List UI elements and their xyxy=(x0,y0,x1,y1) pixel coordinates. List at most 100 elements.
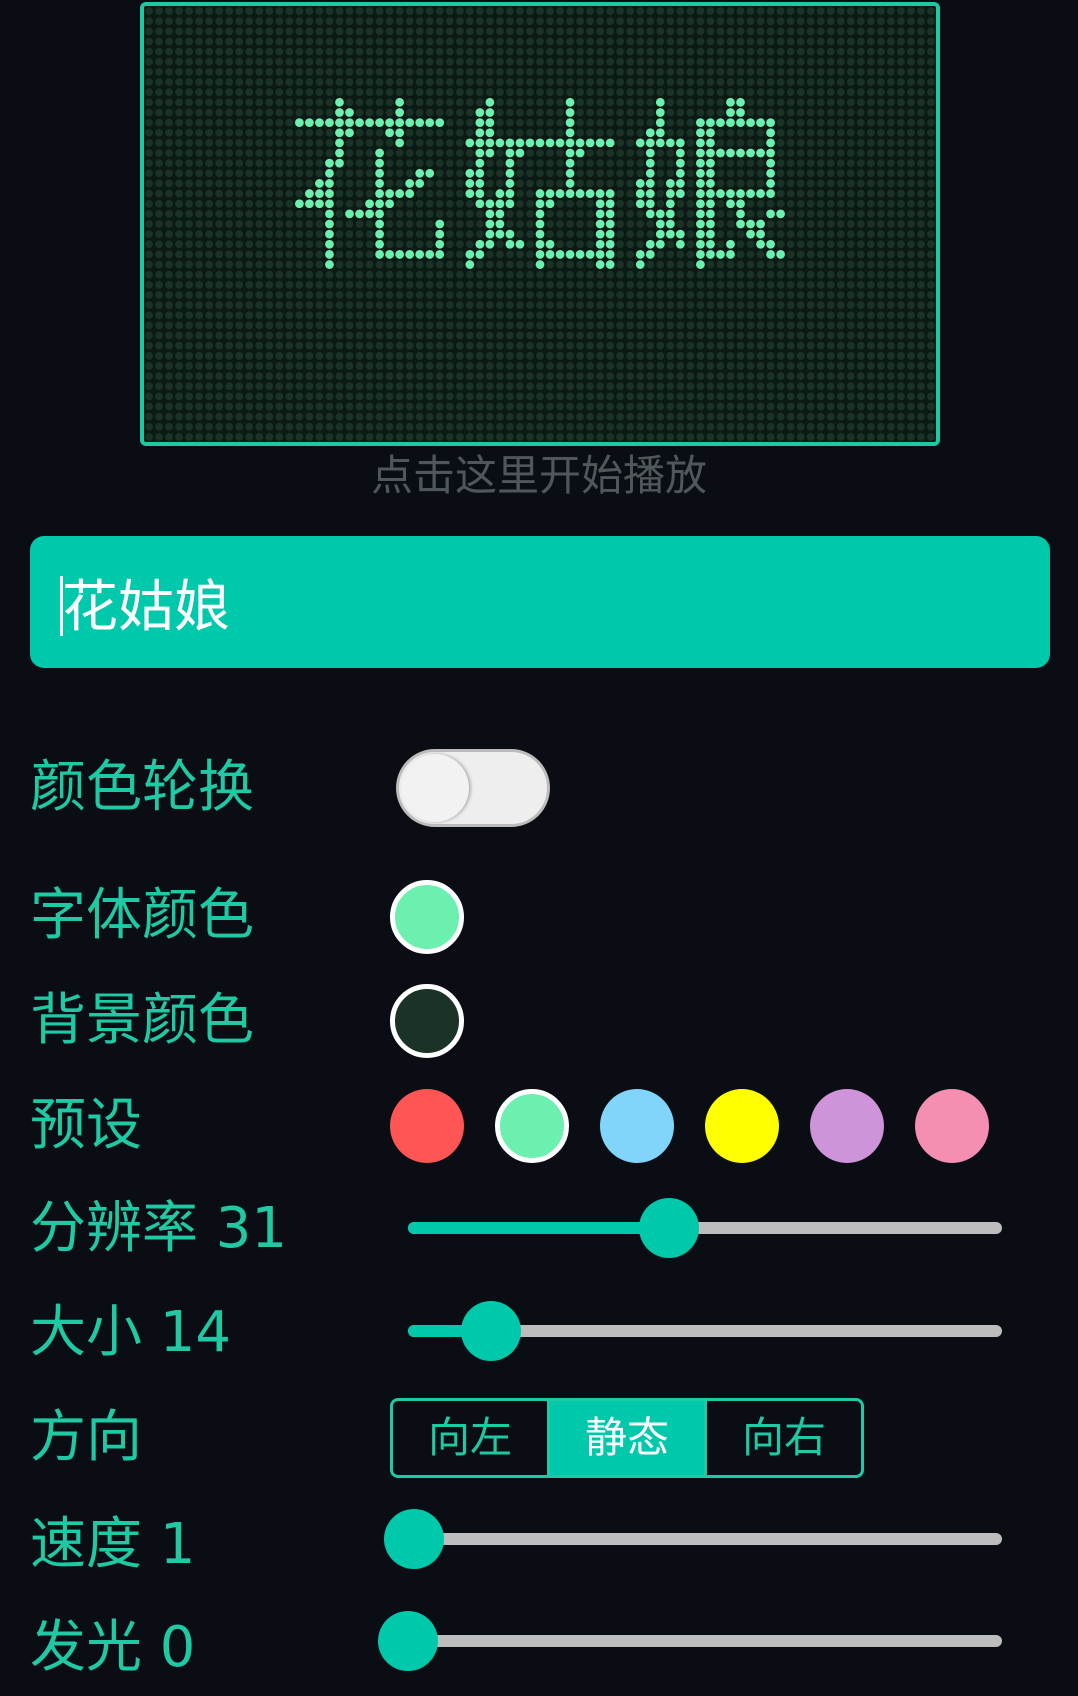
led-dot xyxy=(285,321,294,330)
led-dot xyxy=(265,88,274,97)
led-lit-dot xyxy=(675,158,685,168)
led-dot xyxy=(676,57,685,66)
slider-thumb[interactable] xyxy=(461,1301,522,1361)
led-dot xyxy=(475,260,484,269)
led-dot xyxy=(365,341,374,350)
direction-segmented-control[interactable]: 向左 静态 向右 xyxy=(390,1398,864,1478)
preset-red-swatch[interactable] xyxy=(390,1089,464,1163)
led-dot xyxy=(676,37,685,46)
led-dot xyxy=(656,402,665,411)
led-lit-dot xyxy=(485,229,495,239)
led-dot xyxy=(606,392,615,401)
led-dot xyxy=(355,372,364,380)
led-dot xyxy=(866,118,875,127)
slider-thumb[interactable] xyxy=(639,1198,700,1258)
led-dot xyxy=(897,17,905,26)
led-dot xyxy=(686,372,695,380)
led-dot xyxy=(285,179,294,188)
led-dot xyxy=(475,7,484,15)
led-dot xyxy=(606,362,615,370)
led-dot xyxy=(265,27,274,36)
led-lit-dot xyxy=(305,118,314,128)
led-dot xyxy=(205,220,214,228)
led-dot xyxy=(195,402,204,411)
led-dot xyxy=(385,433,394,441)
led-dot xyxy=(917,7,925,15)
led-dot xyxy=(465,321,474,330)
led-dot xyxy=(275,433,284,441)
led-dot xyxy=(235,402,244,411)
led-dot xyxy=(435,209,444,218)
led-dot xyxy=(886,169,895,178)
led-dot xyxy=(897,321,905,330)
led-dot xyxy=(696,362,705,370)
led-dot xyxy=(435,189,444,198)
led-dot xyxy=(826,57,835,66)
direction-static-option[interactable]: 静态 xyxy=(547,1401,704,1475)
led-lit-dot xyxy=(706,128,715,138)
led-dot xyxy=(255,159,264,168)
led-dot xyxy=(395,47,404,56)
preset-purple-swatch[interactable] xyxy=(810,1089,884,1163)
led-dot xyxy=(395,280,404,289)
message-text-input[interactable] xyxy=(58,562,1018,642)
led-dot xyxy=(445,78,454,86)
led-dot xyxy=(425,382,434,391)
led-dot xyxy=(355,17,364,26)
led-dot xyxy=(836,250,845,259)
led-dot xyxy=(185,412,194,421)
led-dot xyxy=(897,250,905,259)
led-dot xyxy=(305,392,314,401)
preset-yellow-swatch[interactable] xyxy=(705,1089,779,1163)
led-dot xyxy=(806,230,815,239)
direction-left-option[interactable]: 向左 xyxy=(393,1401,547,1475)
led-dot xyxy=(445,351,454,360)
led-dot xyxy=(285,422,294,431)
led-dot xyxy=(816,220,825,228)
led-dot xyxy=(285,291,294,299)
led-dot xyxy=(455,209,464,218)
led-dot xyxy=(927,7,935,15)
led-dot xyxy=(726,138,735,147)
led-dot xyxy=(927,179,935,188)
led-dot xyxy=(556,108,564,117)
led-dot xyxy=(405,392,414,401)
led-dot xyxy=(586,128,595,137)
led-dot xyxy=(335,351,344,360)
led-dot xyxy=(275,240,284,249)
play-hint-text[interactable]: 点击这里开始播放 xyxy=(0,448,1078,504)
color-cycle-toggle[interactable] xyxy=(396,749,550,827)
led-dot xyxy=(856,189,865,198)
led-dot xyxy=(255,230,264,239)
led-dot xyxy=(465,372,474,380)
led-dot xyxy=(415,311,424,320)
background-color-swatch[interactable] xyxy=(390,984,464,1058)
text-input-container[interactable] xyxy=(30,536,1050,668)
slider-thumb[interactable] xyxy=(378,1611,438,1671)
led-dot xyxy=(626,17,635,26)
preset-pink-swatch[interactable] xyxy=(915,1089,989,1163)
preset-blue-swatch[interactable] xyxy=(600,1089,674,1163)
direction-right-option[interactable]: 向右 xyxy=(704,1401,861,1475)
led-dot xyxy=(145,240,153,249)
led-dot xyxy=(506,220,514,228)
led-matrix-display[interactable] xyxy=(140,2,940,446)
preset-green-swatch[interactable] xyxy=(495,1089,569,1163)
led-dot xyxy=(395,301,404,310)
led-dot xyxy=(255,57,264,66)
led-dot xyxy=(405,17,414,26)
led-dot xyxy=(796,392,805,401)
font-color-swatch[interactable] xyxy=(390,880,464,954)
led-dot xyxy=(897,422,905,431)
led-dot xyxy=(696,37,705,46)
led-dot xyxy=(345,240,354,249)
led-dot xyxy=(305,422,314,431)
led-dot xyxy=(305,311,314,320)
led-dot xyxy=(826,78,835,86)
slider-thumb[interactable] xyxy=(384,1509,444,1569)
led-lit-dot xyxy=(485,219,495,229)
led-dot xyxy=(385,68,394,76)
led-dot xyxy=(245,341,254,350)
led-dot xyxy=(526,37,534,46)
led-dot xyxy=(365,179,374,188)
